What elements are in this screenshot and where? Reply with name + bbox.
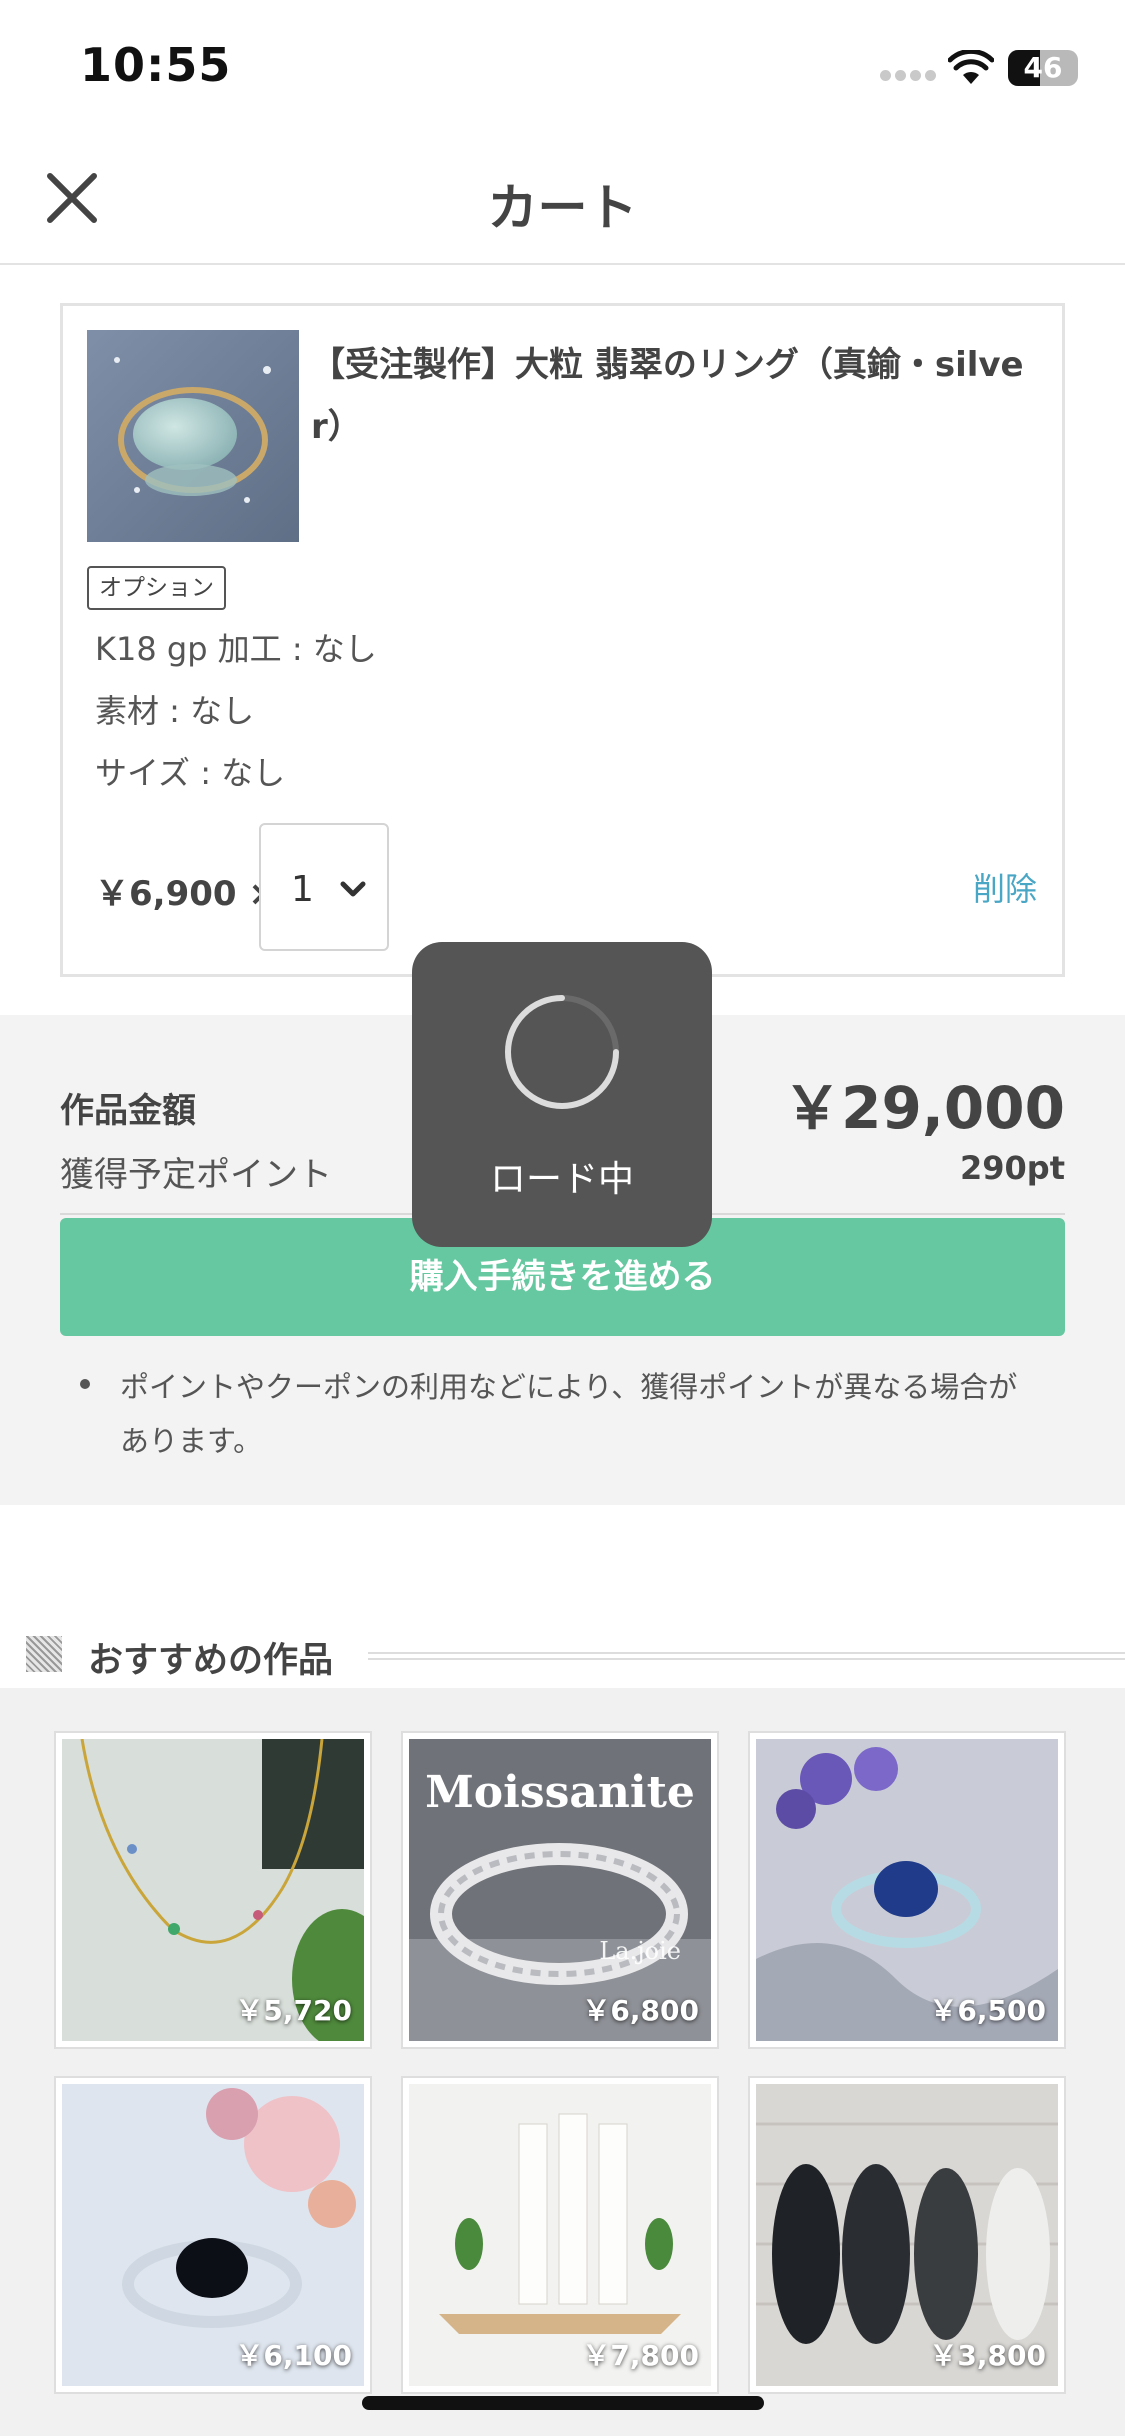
page-title: カート bbox=[487, 179, 638, 237]
product-thumbnail[interactable] bbox=[87, 330, 299, 542]
recommended-item[interactable]: ￥6,500 bbox=[748, 1731, 1066, 2049]
chevron-down-icon bbox=[340, 881, 366, 897]
unit-price: ￥6,900 × bbox=[95, 874, 277, 914]
item-price: ￥6,800 bbox=[582, 1994, 699, 2027]
item-price: ￥3,800 bbox=[929, 2339, 1046, 2372]
option-badge: オプション bbox=[87, 566, 226, 610]
recommendations-grid: ￥5,720 Moissanite La.joie ￥6,800 ￥6,500 … bbox=[0, 1688, 1125, 2436]
product-image: ￥6,500 bbox=[756, 1739, 1058, 2041]
product-image: ￥5,720 bbox=[62, 1739, 364, 2041]
home-indicator[interactable] bbox=[362, 2396, 764, 2410]
section-rule bbox=[368, 1652, 1125, 1660]
image-overlay-text: Moissanite bbox=[425, 1767, 695, 1818]
quantity-value: 1 bbox=[291, 869, 314, 910]
option-line: K18 gp 加工 : なし bbox=[95, 630, 377, 668]
item-price: ￥7,800 bbox=[582, 2339, 699, 2372]
recommended-item[interactable]: ￥3,800 bbox=[748, 2076, 1066, 2394]
wifi-icon bbox=[948, 50, 994, 84]
item-price: ￥5,720 bbox=[235, 1994, 352, 2027]
status-time: 10:55 bbox=[80, 38, 232, 92]
option-line: 素材 : なし bbox=[95, 692, 255, 730]
product-title[interactable]: 【受注製作】大粒 翡翠のリング（真鍮・silver） bbox=[311, 334, 1031, 458]
product-image: ￥7,800 bbox=[409, 2084, 711, 2386]
status-bar: 10:55 46 bbox=[0, 0, 1125, 130]
recommended-item[interactable]: ￥7,800 bbox=[401, 2076, 719, 2394]
subtotal-value: ￥29,000 bbox=[783, 1074, 1065, 1142]
recommended-item[interactable]: ￥5,720 bbox=[54, 1731, 372, 2049]
recommendations-title: おすすめの作品 bbox=[88, 1641, 334, 1681]
loading-text: ロード中 bbox=[489, 1159, 634, 1200]
points-label: 獲得予定ポイント bbox=[60, 1155, 332, 1195]
product-image: Moissanite La.joie ￥6,800 bbox=[409, 1739, 711, 2041]
image-watermark: La.joie bbox=[599, 1937, 681, 1965]
product-image: ￥6,100 bbox=[62, 2084, 364, 2386]
points-note: ポイントやクーポンの利用などにより、獲得ポイントが異なる場合があります。 bbox=[120, 1370, 1018, 1458]
cart-item-card: 【受注製作】大粒 翡翠のリング（真鍮・silver） オプション K18 gp … bbox=[60, 303, 1065, 977]
section-marker-icon bbox=[26, 1636, 62, 1672]
loading-overlay: ロード中 bbox=[412, 942, 712, 1247]
product-image: ￥3,800 bbox=[756, 2084, 1058, 2386]
loading-spinner-icon bbox=[505, 995, 619, 1109]
quantity-select[interactable]: 1 bbox=[259, 823, 389, 951]
nav-bar: カート bbox=[0, 130, 1125, 265]
item-price: ￥6,500 bbox=[929, 1994, 1046, 2027]
battery-icon: 46 bbox=[1008, 50, 1078, 86]
recommendations-header: おすすめの作品 bbox=[0, 1620, 1125, 1690]
cellular-signal-icon bbox=[880, 70, 936, 82]
points-value: 290pt bbox=[960, 1149, 1065, 1187]
bullet-icon bbox=[80, 1379, 90, 1389]
option-line: サイズ : なし bbox=[95, 754, 286, 792]
recommended-item[interactable]: Moissanite La.joie ￥6,800 bbox=[401, 1731, 719, 2049]
battery-level: 46 bbox=[1023, 51, 1063, 84]
subtotal-label: 作品金額 bbox=[60, 1091, 196, 1131]
delete-button[interactable]: 削除 bbox=[973, 864, 1037, 910]
recommended-item[interactable]: ￥6,100 bbox=[54, 2076, 372, 2394]
item-price: ￥6,100 bbox=[235, 2339, 352, 2372]
